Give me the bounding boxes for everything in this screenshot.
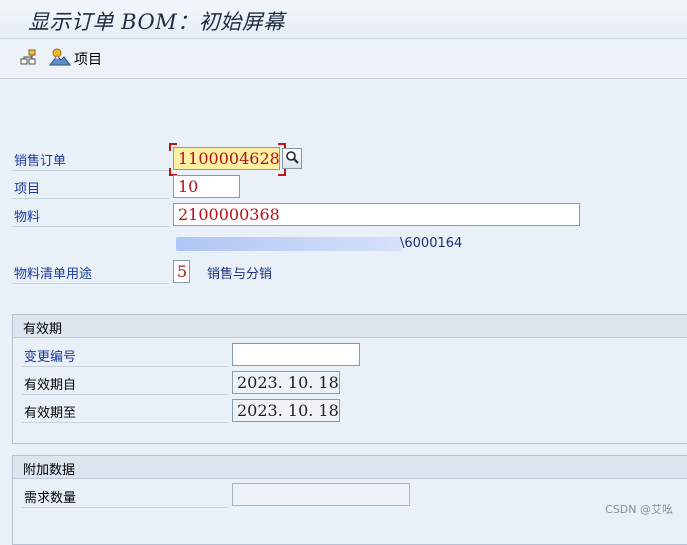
item-input[interactable]: 10: [173, 175, 240, 198]
change-number-label-line: [22, 366, 228, 367]
sales-order-label: 销售订单: [14, 154, 67, 169]
items-button[interactable]: 项目: [48, 47, 102, 71]
hierarchy-icon: [18, 47, 38, 71]
application-toolbar: 项目: [0, 39, 687, 79]
bom-usage-label: 物料清单用途: [14, 267, 93, 282]
sales-order-search-button[interactable]: [282, 148, 302, 169]
items-button-label: 项目: [74, 52, 102, 68]
required-qty-input[interactable]: [232, 483, 410, 506]
valid-to-label: 有效期至: [24, 406, 77, 421]
material-description: \6000164: [400, 236, 463, 251]
bom-usage-text: 销售与分销: [207, 267, 273, 282]
bom-usage-input[interactable]: 5: [173, 260, 190, 283]
sales-order-input[interactable]: 1100004628: [173, 147, 280, 170]
window-title: 显示订单 BOM：初始屏幕: [28, 10, 285, 34]
valid-to-input[interactable]: 2023. 10. 18: [232, 399, 340, 422]
watermark: CSDN @艾吆: [605, 503, 673, 516]
material-label-line: [12, 226, 169, 227]
required-qty-label: 需求数量: [24, 491, 77, 506]
valid-from-label: 有效期自: [24, 378, 77, 393]
item-label-line: [12, 198, 169, 199]
bom-usage-label-line: [12, 283, 169, 284]
material-input[interactable]: 2100000368: [173, 203, 580, 226]
validity-group: 有效期: [12, 314, 687, 444]
additional-data-group-title: 附加数据: [23, 463, 76, 478]
additional-data-group-header: 附加数据: [13, 456, 687, 479]
sales-order-label-line: [12, 170, 169, 171]
material-label: 物料: [14, 210, 41, 225]
valid-from-label-line: [22, 394, 228, 395]
redacted-material-description: [176, 237, 401, 251]
hierarchy-button[interactable]: [18, 48, 38, 70]
item-label: 项目: [14, 182, 41, 197]
focus-bracket-tl: [169, 143, 177, 151]
change-number-label: 变更编号: [24, 350, 77, 365]
required-qty-label-line: [22, 507, 228, 508]
title-bar: 显示订单 BOM：初始屏幕: [0, 0, 687, 39]
items-mountain-icon: [48, 47, 71, 71]
validity-group-title: 有效期: [23, 322, 63, 337]
search-icon: [285, 150, 299, 168]
change-number-input[interactable]: [232, 343, 360, 366]
validity-group-header: 有效期: [13, 315, 687, 338]
valid-from-input[interactable]: 2023. 10. 18: [232, 371, 340, 394]
focus-bracket-br: [278, 168, 286, 176]
valid-to-label-line: [22, 422, 228, 423]
